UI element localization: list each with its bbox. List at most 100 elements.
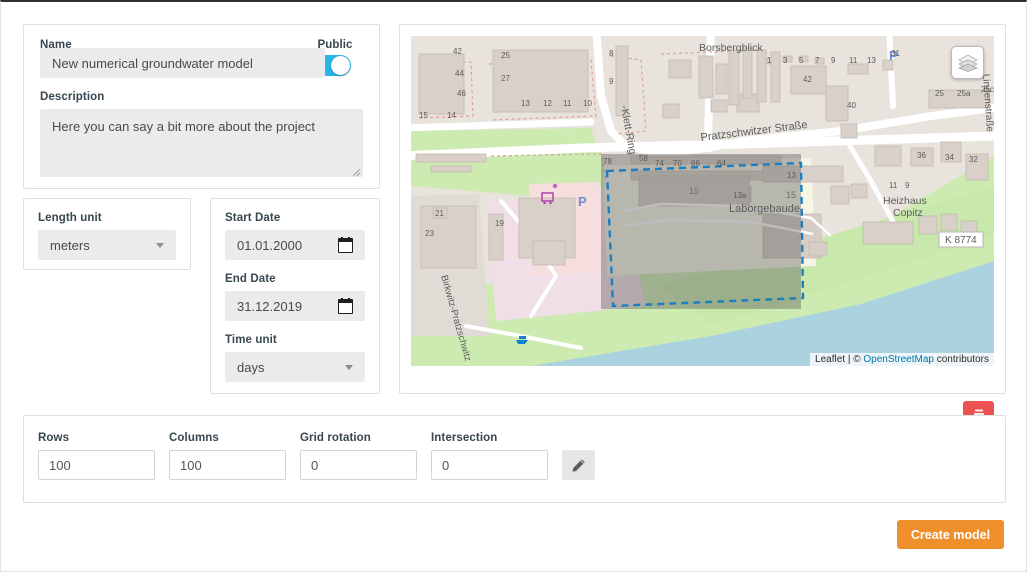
svg-text:7: 7 [815,56,820,65]
svg-text:25: 25 [935,89,944,98]
grid-rotation-label: Grid rotation [300,432,417,444]
end-date-label: End Date [225,273,365,285]
svg-text:5: 5 [799,56,804,65]
rows-input[interactable]: 100 [38,450,155,480]
svg-text:25a: 25a [957,89,971,98]
svg-text:13: 13 [521,99,530,108]
rows-value: 100 [49,458,71,473]
svg-text:42: 42 [803,75,812,84]
svg-text:10: 10 [583,99,592,108]
svg-text:78: 78 [603,157,612,166]
map-canvas: P P [411,36,994,366]
map-label-k8774-text: K 8774 [945,235,977,246]
length-unit-select[interactable]: meters [38,230,176,260]
length-unit-card: Length unit meters [23,198,191,270]
map-label-borsbergblick-text: Borsbergblick [699,42,763,54]
start-date-label: Start Date [225,212,365,224]
end-date-value: 31.12.2019 [237,299,302,314]
svg-text:15: 15 [689,186,699,196]
description-value: Here you can say a bit more about the pr… [52,119,315,134]
project-info-card: Name Public New numerical groundwater mo… [23,24,380,189]
layers-control-button[interactable] [951,46,984,79]
svg-text:1: 1 [767,56,772,65]
time-settings-card: Start Date 01.01.2000 End Date 31.12.201… [210,198,380,394]
svg-text:42: 42 [453,47,462,56]
svg-text:25: 25 [501,51,510,60]
calendar-icon[interactable] [338,299,353,314]
svg-text:58: 58 [639,154,648,163]
grid-rotation-field: Grid rotation 0 [300,432,417,480]
svg-text:15: 15 [786,190,796,200]
svg-text:8: 8 [609,49,614,58]
svg-text:21: 21 [435,209,444,218]
chevron-down-icon [156,243,164,248]
toggle-knob [331,56,350,75]
svg-text:44: 44 [455,69,464,78]
length-unit-value: meters [50,238,90,253]
leaflet-map[interactable]: P P [411,36,994,366]
intersection-label: Intersection [431,432,548,444]
resize-handle-icon[interactable] [351,165,361,175]
intersection-value: 0 [442,458,449,473]
selection-polygon [607,163,803,306]
length-unit-label: Length unit [38,212,176,224]
svg-text:3: 3 [783,56,788,65]
svg-text:13a: 13a [733,191,747,200]
rows-label: Rows [38,432,155,444]
svg-text:13: 13 [787,171,796,180]
attribution-suffix: contributors [934,354,989,365]
svg-text:32: 32 [969,155,978,164]
svg-text:27: 27 [501,74,510,83]
parking-marker: P [578,194,587,209]
description-textarea[interactable]: Here you can say a bit more about the pr… [40,109,363,177]
columns-field: Columns 100 [169,432,286,480]
svg-text:66: 66 [691,159,700,168]
columns-label: Columns [169,432,286,444]
svg-text:9: 9 [831,56,836,65]
columns-input[interactable]: 100 [169,450,286,480]
svg-text:25c: 25c [981,85,994,94]
svg-text:9: 9 [905,181,910,190]
svg-text:74: 74 [655,159,664,168]
rows-field: Rows 100 [38,432,155,480]
svg-text:31: 31 [891,49,900,58]
attribution-prefix: Leaflet | © [815,354,863,365]
start-date-input[interactable]: 01.01.2000 [225,230,365,260]
start-date-value: 01.01.2000 [237,238,302,253]
svg-text:70: 70 [673,159,682,168]
chevron-down-icon [345,365,353,370]
intersection-field: Intersection 0 [431,432,548,480]
create-model-button[interactable]: Create model [897,520,1004,549]
end-date-input[interactable]: 31.12.2019 [225,291,365,321]
svg-text:34: 34 [945,153,954,162]
description-label: Description [40,91,363,103]
svg-text:64: 64 [717,159,726,168]
edit-grid-button[interactable] [562,450,595,480]
map-label-heizhaus: Heizhaus [883,195,927,207]
openstreetmap-link[interactable]: OpenStreetMap [863,354,934,365]
name-input-value: New numerical groundwater model [52,56,253,71]
grid-settings-card: Rows 100 Columns 100 Grid rotation 0 Int… [23,415,1006,503]
name-input[interactable]: New numerical groundwater model [40,48,325,78]
svg-text:19: 19 [495,219,504,228]
columns-value: 100 [180,458,202,473]
svg-text:14: 14 [447,111,456,120]
svg-text:40: 40 [847,101,856,110]
svg-text:46: 46 [457,89,466,98]
pencil-icon [571,458,586,473]
calendar-icon[interactable] [338,238,353,253]
svg-text:13: 13 [867,56,876,65]
grid-fields-row: Rows 100 Columns 100 Grid rotation 0 Int… [38,432,991,480]
map-card: P P [399,24,1006,394]
intersection-input[interactable]: 0 [431,450,548,480]
grid-rotation-input[interactable]: 0 [300,450,417,480]
svg-text:23: 23 [425,229,434,238]
svg-text:12: 12 [543,99,552,108]
svg-text:9: 9 [609,77,614,86]
svg-text:11: 11 [849,56,858,65]
svg-text:11: 11 [889,181,898,190]
grid-rotation-value: 0 [311,458,318,473]
time-unit-select[interactable]: days [225,352,365,382]
map-label-laborgebaude: Laborgebaude [729,203,800,215]
map-attribution: Leaflet | © OpenStreetMap contributors [810,353,994,366]
